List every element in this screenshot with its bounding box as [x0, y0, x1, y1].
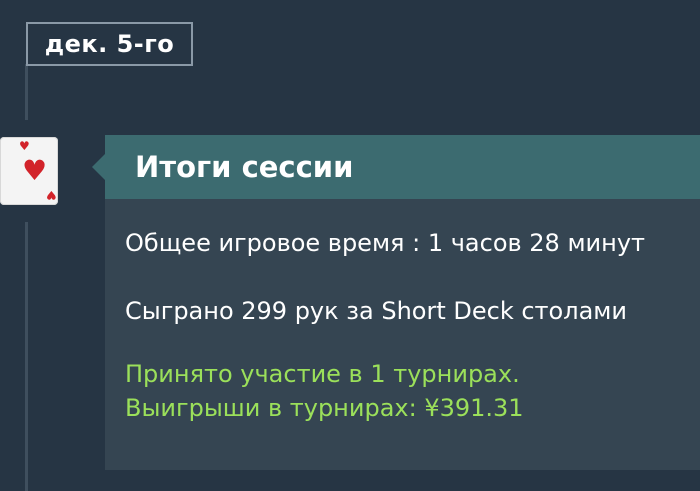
heart-pip-icon: ♥	[46, 188, 57, 202]
hands-played-text: Сыграно 299 рук за Short Deck столами	[125, 297, 627, 325]
date-label: дек. 5-го	[44, 30, 175, 58]
session-summary-header: Итоги сессии	[105, 135, 700, 199]
session-summary-title: Итоги сессии	[135, 150, 354, 184]
tournament-winnings-text: Выигрыши в турнирах: ¥391.31	[125, 394, 524, 422]
heart-center-icon: ♥	[22, 154, 48, 187]
session-summary-body: Общее игровое время : 1 часов 28 минут С…	[105, 199, 700, 425]
timeline-line-bottom	[25, 222, 28, 491]
tournaments-entered-text: Принято участие в 1 турнирах.	[125, 360, 520, 388]
date-badge: дек. 5-го	[26, 22, 193, 66]
panel-pointer	[92, 153, 106, 181]
timeline-line-top	[25, 64, 28, 120]
heart-card-icon: ♥ ♥ ♥	[0, 137, 58, 205]
session-summary-panel: Итоги сессии Общее игровое время : 1 час…	[105, 135, 700, 470]
heart-pip-icon: ♥	[19, 139, 30, 153]
play-time-text: Общее игровое время : 1 часов 28 минут	[125, 229, 646, 257]
